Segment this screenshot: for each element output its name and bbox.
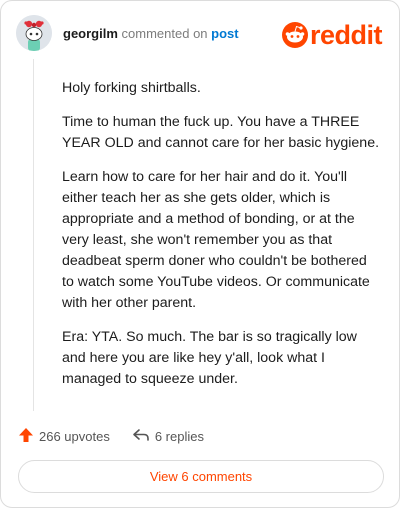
comment-paragraph: Time to human the fuck up. You have a TH… xyxy=(62,114,380,151)
upvote-button[interactable]: 266 upvotes xyxy=(18,427,110,446)
replies-button[interactable]: 6 replies xyxy=(132,428,204,445)
upvote-arrow-icon xyxy=(18,427,34,446)
username[interactable]: georgilm xyxy=(63,26,118,41)
comment-header: georgilm commented on post reddit xyxy=(16,15,384,55)
view-comments-button[interactable]: View 6 comments xyxy=(18,460,384,493)
comment-paragraph: Holy forking shirtballs. xyxy=(62,80,201,96)
thread-line xyxy=(33,59,34,411)
comment-paragraph: Learn how to care for her hair and do it… xyxy=(62,169,370,311)
replies-count: 6 replies xyxy=(154,428,204,444)
reddit-logo[interactable]: reddit xyxy=(281,20,383,50)
reddit-wordmark: reddit xyxy=(309,20,383,50)
comment-card: georgilm commented on post reddit Holy f… xyxy=(0,0,400,508)
commented-on-text: commented on xyxy=(121,26,208,41)
snoo-avatar-icon xyxy=(16,15,52,51)
reply-arrow-icon xyxy=(132,428,150,445)
post-link[interactable]: post xyxy=(211,26,238,41)
user-avatar[interactable] xyxy=(16,15,52,51)
comment-body: Holy forking shirtballs. Time to human t… xyxy=(62,78,382,403)
byline: georgilm commented on post xyxy=(63,27,239,41)
upvote-count: 266 upvotes xyxy=(39,428,110,444)
snoo-logo-icon xyxy=(281,22,308,48)
comment-paragraph: Era: YTA. So much. The bar is so tragica… xyxy=(62,329,357,387)
comment-actions: 266 upvotes 6 replies xyxy=(18,427,204,445)
